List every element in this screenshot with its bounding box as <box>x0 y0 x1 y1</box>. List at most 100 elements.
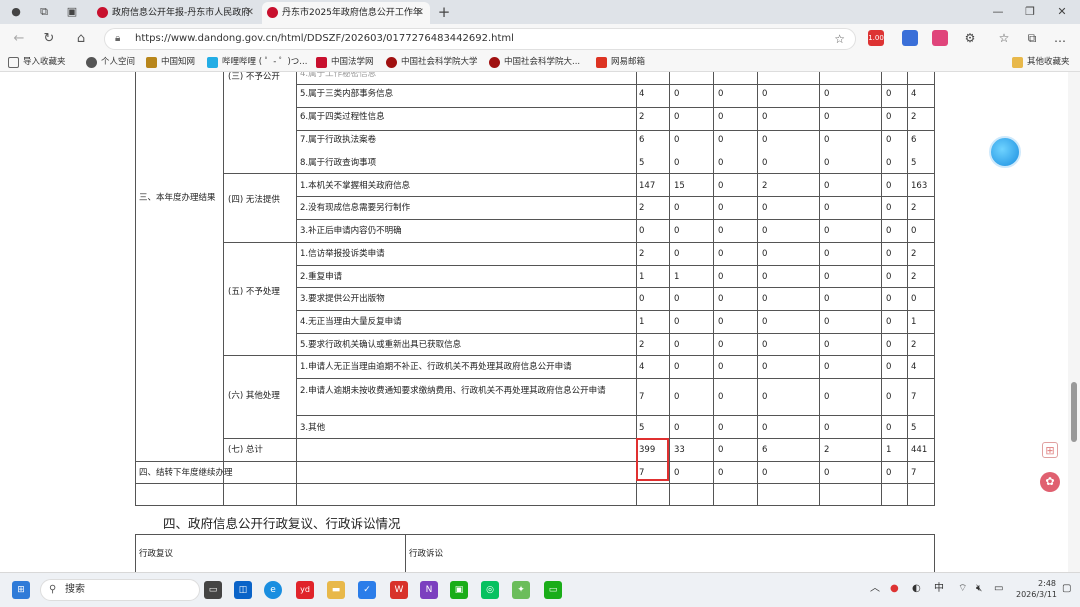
more-menu-icon[interactable]: … <box>1052 30 1068 46</box>
side-tools-icon[interactable]: ⊞ <box>1042 442 1058 458</box>
table-cell: 2 <box>911 112 917 122</box>
table-cell: 0 <box>762 317 768 327</box>
table-cell: 6 <box>639 135 645 145</box>
back-icon[interactable]: ← <box>10 30 28 48</box>
carry-cell: 0 <box>824 468 830 478</box>
screen-app-icon[interactable]: ▭ <box>544 581 562 599</box>
notification-icon[interactable]: ▢ <box>1062 581 1071 597</box>
todo-check-icon[interactable]: ✓ <box>358 581 376 599</box>
tray-app-icon[interactable]: ◐ <box>912 581 921 597</box>
table-cell: 0 <box>674 423 680 433</box>
wechat-icon[interactable]: ◎ <box>481 581 499 599</box>
result-category-label: 三、本年度办理结果 <box>139 193 216 203</box>
bookmark-personal-space[interactable]: 个人空间 <box>86 55 135 69</box>
table-cell: 0 <box>824 89 830 99</box>
carry-cell: 0 <box>886 468 892 478</box>
task-view-icon[interactable]: ▭ <box>204 581 222 599</box>
bookmark-label: 其他收藏夹 <box>1027 57 1070 67</box>
clock-time: 2:48 <box>1038 579 1056 588</box>
bookmark-cass-univ[interactable]: 中国社会科学院大学 <box>386 55 478 69</box>
refresh-icon[interactable]: ↻ <box>40 30 58 48</box>
table-cell: 147 <box>639 181 656 191</box>
scrollbar-thumb[interactable] <box>1071 382 1077 442</box>
total-cell: 1 <box>886 445 892 455</box>
table-cell: 0 <box>718 135 724 145</box>
close-window-icon[interactable]: ✕ <box>1054 4 1070 20</box>
file-explorer-icon[interactable]: ▬ <box>327 581 345 599</box>
favorites-icon[interactable]: ☆ <box>996 30 1012 46</box>
table-row-label: 7.属于行政执法案卷 <box>300 135 377 145</box>
close-icon[interactable]: ✕ <box>246 2 254 24</box>
onenote-icon[interactable]: N <box>420 581 438 599</box>
carry-cell: 0 <box>762 468 768 478</box>
speaker-muted-icon[interactable]: 🔇︎ <box>976 581 982 597</box>
favorite-star-icon[interactable]: ☆ <box>834 29 845 49</box>
table-cell: 5 <box>639 158 645 168</box>
table-row-label: 2.没有现成信息需要另行制作 <box>300 203 411 213</box>
profile-icon[interactable]: ● <box>8 4 24 20</box>
minimize-icon[interactable]: — <box>990 4 1006 20</box>
bookmark-other-folder[interactable]: 其他收藏夹 <box>1012 55 1070 69</box>
collections-icon[interactable]: ⧉ <box>1024 30 1040 46</box>
floating-assistant-icon[interactable] <box>989 136 1021 168</box>
tab-bar: ● ⧉ ▣ 政府信息公开年报-丹东市人民政府 ✕ 丹东市2025年政府信息公开工… <box>0 0 1080 24</box>
row-line <box>296 265 935 266</box>
url-field[interactable]: 🔒︎ https://www.dandong.gov.cn/html/DDSZF… <box>104 28 856 50</box>
restore-icon[interactable]: ❐ <box>1022 4 1038 20</box>
table-cell: 0 <box>674 294 680 304</box>
home-icon[interactable]: ⌂ <box>72 30 90 48</box>
bookmarks-bar: 导入收藏夹 个人空间 中国知网 哔哩哔哩 ( ゜- ゜)つ... 中国法学网 中… <box>0 52 1080 72</box>
total-label: (七) 总计 <box>228 445 263 455</box>
table-cell: 5 <box>639 423 645 433</box>
taskbar-search[interactable]: ⚲ 搜索 <box>40 579 200 601</box>
workspaces-icon[interactable]: ⧉ <box>36 4 52 20</box>
table-cell: 0 <box>886 89 892 99</box>
group-label-4: (四) 无法提供 <box>228 195 280 205</box>
table-cell: 0 <box>762 294 768 304</box>
extension-badge[interactable]: 1.00 <box>868 30 884 46</box>
bookmark-law[interactable]: 中国法学网 <box>316 55 374 69</box>
table-cell: 0 <box>762 340 768 350</box>
tab-actions-icon[interactable]: ▣ <box>64 4 80 20</box>
youdao-icon[interactable]: yd <box>296 581 314 599</box>
tab-dandong-2025[interactable]: 丹东市2025年政府信息公开工作年 ✕ <box>262 2 430 24</box>
bookmark-bilibili[interactable]: 哔哩哔哩 ( ゜- ゜)つ... <box>207 55 307 69</box>
tray-chevron-icon[interactable]: ︿ <box>870 581 880 597</box>
table-cell: 0 <box>886 423 892 433</box>
law-site-icon <box>316 57 327 68</box>
bookmark-import[interactable]: 导入收藏夹 <box>8 55 66 69</box>
tab-annual-report[interactable]: 政府信息公开年报-丹东市人民政府 ✕ <box>92 2 260 24</box>
bookmark-cnki[interactable]: 中国知网 <box>146 55 195 69</box>
app-icon[interactable]: ✦ <box>512 581 530 599</box>
bookmark-label: 中国社会科学院大学 <box>401 57 478 67</box>
edge-browser-icon[interactable]: e <box>264 581 282 599</box>
close-icon[interactable]: ✕ <box>416 2 424 24</box>
wps-icon[interactable]: W <box>390 581 408 599</box>
battery-icon[interactable]: ▭ <box>994 581 1003 597</box>
table-cell: 0 <box>674 203 680 213</box>
total-cell: 6 <box>762 445 768 455</box>
bookmark-cass-univ-2[interactable]: 中国社会科学院大... <box>489 55 580 69</box>
table-cell: 0 <box>762 272 768 282</box>
clock[interactable]: 2:48 2026/3/11 <box>1016 578 1057 600</box>
new-tab-icon[interactable]: + <box>436 4 452 20</box>
table-border <box>713 72 714 505</box>
table-cell: 2 <box>762 181 768 191</box>
vertical-scrollbar[interactable] <box>1068 72 1080 572</box>
admin-review-header: 行政复议 <box>139 549 174 559</box>
table-cell: 0 <box>762 362 768 372</box>
side-app-icon[interactable]: ✿ <box>1040 472 1060 492</box>
extensions-puzzle-icon[interactable]: ⚙ <box>962 30 978 46</box>
app-icon[interactable]: ▣ <box>450 581 468 599</box>
ime-indicator[interactable]: 中 <box>934 581 944 597</box>
start-windows-icon[interactable]: ⊞ <box>12 581 30 599</box>
bookmark-label: 中国社会科学院大... <box>504 57 581 67</box>
bookmark-163-mail[interactable]: 网易邮箱 <box>596 55 645 69</box>
extension-icon[interactable] <box>932 30 948 46</box>
widgets-icon[interactable]: ◫ <box>234 581 252 599</box>
row-line <box>296 107 935 108</box>
wifi-icon[interactable]: ⌔ <box>958 581 967 597</box>
tray-app-icon[interactable]: ● <box>890 581 899 597</box>
cnki-icon <box>146 57 157 68</box>
extension-icon[interactable] <box>902 30 918 46</box>
